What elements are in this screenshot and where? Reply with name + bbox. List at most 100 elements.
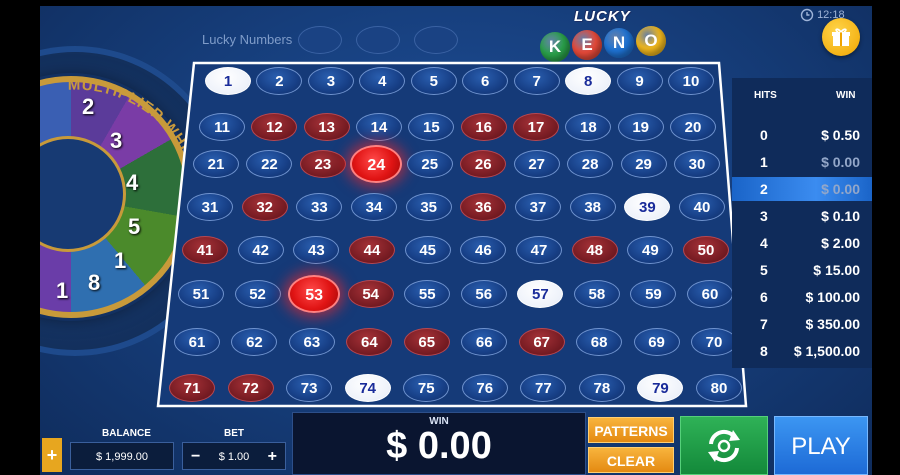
keno-number-51[interactable]: 51 — [178, 280, 224, 308]
keno-number-19[interactable]: 19 — [617, 113, 664, 141]
keno-number-61[interactable]: 61 — [174, 328, 220, 356]
keno-number-43[interactable]: 43 — [293, 236, 340, 264]
keno-number-7[interactable]: 7 — [513, 67, 560, 95]
keno-number-42[interactable]: 42 — [237, 236, 284, 264]
keno-number-11[interactable]: 11 — [199, 113, 245, 141]
bet-increase-button[interactable]: + — [268, 443, 277, 471]
keno-number-58[interactable]: 58 — [573, 280, 620, 308]
keno-number-17[interactable]: 17 — [513, 113, 559, 141]
keno-number-38[interactable]: 38 — [569, 193, 616, 221]
bet-control: − $ 1.00 + — [182, 442, 286, 470]
keno-number-45[interactable]: 45 — [404, 236, 451, 264]
keno-number-6[interactable]: 6 — [462, 67, 509, 95]
keno-number-5[interactable]: 5 — [410, 67, 457, 95]
paytable-row: 6 $ 100.00 — [732, 285, 872, 309]
keno-number-33[interactable]: 33 — [296, 193, 343, 221]
keno-number-4[interactable]: 4 — [359, 67, 406, 95]
keno-number-57[interactable]: 57 — [517, 280, 564, 308]
keno-number-70[interactable]: 70 — [691, 328, 737, 356]
keno-number-27[interactable]: 27 — [513, 150, 560, 178]
keno-number-62[interactable]: 62 — [231, 328, 278, 356]
keno-number-14[interactable]: 14 — [356, 113, 402, 141]
keno-number-52[interactable]: 52 — [234, 280, 281, 308]
keno-number-54[interactable]: 54 — [347, 280, 394, 308]
keno-number-15[interactable]: 15 — [408, 113, 455, 141]
keno-number-80[interactable]: 80 — [696, 374, 742, 402]
keno-number-53[interactable]: 53 — [288, 275, 341, 313]
keno-number-36[interactable]: 36 — [460, 193, 507, 221]
bet-value: $ 1.00 — [218, 451, 250, 463]
keno-number-22[interactable]: 22 — [246, 150, 293, 178]
keno-number-31[interactable]: 31 — [187, 193, 233, 221]
keno-number-47[interactable]: 47 — [516, 236, 562, 264]
keno-number-68[interactable]: 68 — [576, 328, 623, 356]
autoplay-button[interactable] — [680, 416, 768, 475]
keno-number-48[interactable]: 48 — [571, 236, 618, 264]
keno-number-41[interactable]: 41 — [182, 236, 228, 264]
keno-number-75[interactable]: 75 — [403, 374, 450, 402]
keno-number-28[interactable]: 28 — [567, 150, 614, 178]
keno-number-32[interactable]: 32 — [241, 193, 288, 221]
keno-number-34[interactable]: 34 — [351, 193, 397, 221]
keno-number-60[interactable]: 60 — [687, 280, 733, 308]
keno-number-29[interactable]: 29 — [620, 150, 667, 178]
keno-number-40[interactable]: 40 — [679, 193, 725, 221]
keno-number-67[interactable]: 67 — [518, 328, 565, 356]
keno-number-79[interactable]: 79 — [637, 374, 684, 402]
keno-number-35[interactable]: 35 — [405, 193, 452, 221]
keno-number-18[interactable]: 18 — [565, 113, 612, 141]
paytable-win: $ 0.50 — [821, 127, 860, 143]
keno-number-63[interactable]: 63 — [288, 328, 335, 356]
clear-button[interactable]: CLEAR — [588, 447, 674, 473]
keno-number-76[interactable]: 76 — [461, 374, 508, 402]
paytable-row: 4 $ 2.00 — [732, 231, 872, 255]
keno-number-3[interactable]: 3 — [307, 67, 354, 95]
keno-number-13[interactable]: 13 — [303, 113, 350, 141]
keno-number-50[interactable]: 50 — [683, 236, 729, 264]
keno-number-37[interactable]: 37 — [515, 193, 561, 221]
keno-number-1[interactable]: 1 — [205, 67, 251, 95]
keno-number-26[interactable]: 26 — [460, 150, 507, 178]
paytable-win: $ 0.00 — [821, 181, 860, 197]
keno-number-2[interactable]: 2 — [256, 67, 303, 95]
keno-number-21[interactable]: 21 — [193, 150, 239, 178]
bottom-bar: + BALANCE $ 1,999.00 BET − $ 1.00 + WIN … — [40, 412, 872, 475]
patterns-button[interactable]: PATTERNS — [588, 417, 674, 443]
add-funds-button[interactable]: + — [42, 438, 62, 472]
keno-number-44[interactable]: 44 — [349, 236, 395, 264]
keno-number-9[interactable]: 9 — [616, 67, 663, 95]
play-button[interactable]: PLAY — [774, 416, 868, 475]
keno-number-78[interactable]: 78 — [578, 374, 625, 402]
keno-number-59[interactable]: 59 — [630, 280, 677, 308]
balance-display: $ 1,999.00 — [70, 442, 174, 470]
keno-number-23[interactable]: 23 — [299, 150, 346, 178]
paytable-hits: 1 — [760, 154, 768, 170]
keno-number-77[interactable]: 77 — [520, 374, 567, 402]
keno-number-69[interactable]: 69 — [633, 328, 680, 356]
bet-decrease-button[interactable]: − — [191, 443, 200, 471]
keno-number-65[interactable]: 65 — [403, 328, 450, 356]
paytable: HITS WIN 0 $ 0.50 1 $ 0.00 2 $ 0.00 3 $ 0.10 4 $ … — [732, 78, 872, 368]
keno-number-24[interactable]: 24 — [350, 145, 403, 183]
keno-number-39[interactable]: 39 — [624, 193, 671, 221]
bet-label: BET — [224, 428, 244, 439]
keno-number-74[interactable]: 74 — [344, 374, 391, 402]
keno-number-16[interactable]: 16 — [460, 113, 507, 141]
keno-number-8[interactable]: 8 — [565, 67, 612, 95]
keno-number-55[interactable]: 55 — [404, 280, 451, 308]
keno-number-10[interactable]: 10 — [668, 67, 714, 95]
keno-number-25[interactable]: 25 — [406, 150, 453, 178]
autoplay-cycle-icon — [708, 429, 740, 462]
keno-number-20[interactable]: 20 — [670, 113, 716, 141]
keno-number-56[interactable]: 56 — [460, 280, 507, 308]
keno-number-49[interactable]: 49 — [627, 236, 674, 264]
keno-number-46[interactable]: 46 — [460, 236, 507, 264]
keno-number-64[interactable]: 64 — [346, 328, 393, 356]
keno-number-30[interactable]: 30 — [674, 150, 720, 178]
keno-number-72[interactable]: 72 — [227, 374, 274, 402]
paytable-hits: 0 — [760, 127, 768, 143]
keno-number-71[interactable]: 71 — [169, 374, 215, 402]
keno-number-73[interactable]: 73 — [286, 374, 333, 402]
keno-number-66[interactable]: 66 — [461, 328, 508, 356]
keno-number-12[interactable]: 12 — [251, 113, 298, 141]
